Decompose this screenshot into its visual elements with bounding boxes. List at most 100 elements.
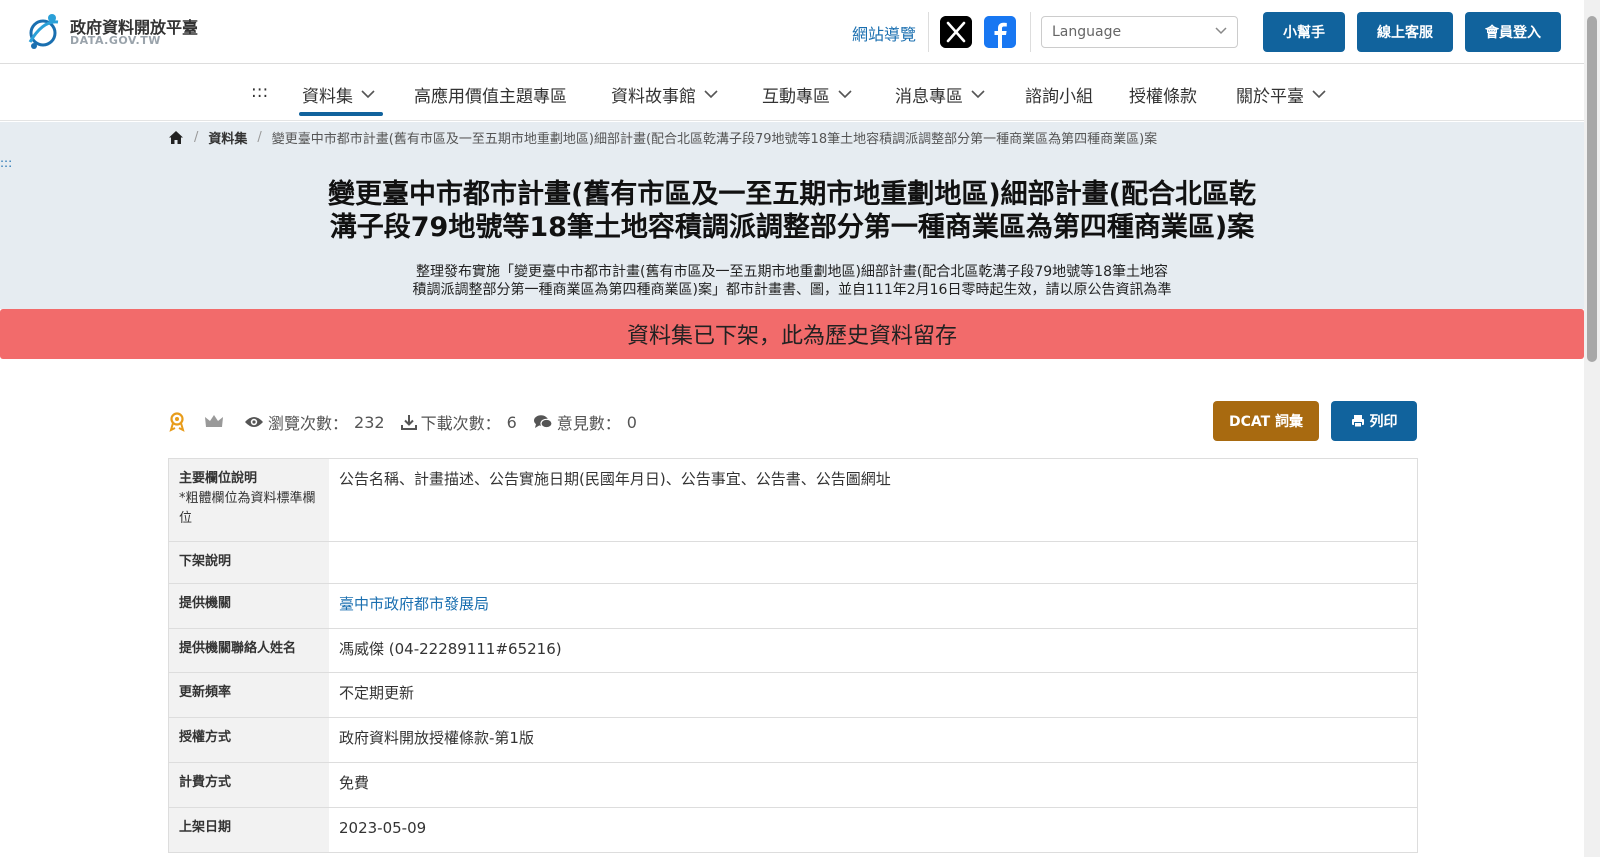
view-count-label: 瀏覽次數： xyxy=(268,414,349,433)
nav-item-label: 資料故事館 xyxy=(611,87,696,107)
print-button-label: 列印 xyxy=(1369,414,1398,430)
nav-item-news[interactable]: 消息專區 xyxy=(895,82,985,107)
row-value: 馮威傑 (04-22289111#65216) xyxy=(339,640,562,658)
content-skip-anchor[interactable]: ::: xyxy=(0,156,12,170)
download-count: 下載次數： 6 xyxy=(400,410,517,434)
download-count-value: 6 xyxy=(506,412,517,432)
language-select-value: Language xyxy=(1052,24,1122,40)
top-header: 政府資料開放平臺 DATA.GOV.TW 網站導覽 Language 小幫手 線… xyxy=(0,0,1584,64)
row-key: 主要欄位說明 *粗體欄位為資料標準欄位 xyxy=(169,459,329,541)
row-value: 免費 xyxy=(339,774,370,792)
x-twitter-icon[interactable] xyxy=(940,16,972,48)
comment-count-label: 意見數： xyxy=(556,414,621,433)
helper-button[interactable]: 小幫手 xyxy=(1263,12,1345,52)
nav-item-high-value[interactable]: 高應用價值主題專區 xyxy=(414,82,567,107)
nav-active-indicator xyxy=(299,112,383,116)
row-key: 提供機關 xyxy=(169,584,329,628)
member-login-button[interactable]: 會員登入 xyxy=(1465,12,1561,52)
nav-item-datasets[interactable]: 資料集 xyxy=(302,82,375,107)
dataset-description: 整理發布實施「變更臺中市都市計畫(舊有市區及一至五期市地重劃地區)細部計畫(配合… xyxy=(340,263,1244,299)
chevron-down-icon xyxy=(1312,90,1326,99)
nav-item-license[interactable]: 授權條款 xyxy=(1129,82,1197,107)
site-logo[interactable]: 政府資料開放平臺 DATA.GOV.TW xyxy=(24,12,214,50)
table-row: 計費方式 免費 xyxy=(169,763,1417,808)
row-key: 提供機關聯絡人姓名 xyxy=(169,629,329,672)
table-row: 下架說明 xyxy=(169,542,1417,584)
table-row: 上架日期 2023-05-09 xyxy=(169,808,1417,853)
nav-item-stories[interactable]: 資料故事館 xyxy=(611,82,718,107)
page-scrollbar[interactable] xyxy=(1584,0,1600,857)
eye-icon xyxy=(245,417,263,427)
comments-icon xyxy=(533,415,553,429)
table-row: 更新頻率 不定期更新 xyxy=(169,673,1417,718)
header-divider xyxy=(1030,12,1031,52)
home-icon[interactable] xyxy=(168,130,184,145)
breadcrumb-datasets[interactable]: 資料集 xyxy=(208,128,247,147)
nav-skip-anchor[interactable]: ::: xyxy=(251,82,268,102)
nav-item-label: 諮詢小組 xyxy=(1025,87,1093,107)
printer-icon xyxy=(1351,415,1364,428)
row-value: 2023-05-09 xyxy=(339,819,427,837)
page: 政府資料開放平臺 DATA.GOV.TW 網站導覽 Language 小幫手 線… xyxy=(0,0,1600,857)
table-row: 授權方式 政府資料開放授權條款-第1版 xyxy=(169,718,1417,763)
dcat-vocabulary-button[interactable]: DCAT 詞彙 xyxy=(1213,401,1319,441)
page-title-line: 溝子段79地號等18筆土地容積調派調整部分第一種商業區為第四種商業區)案 xyxy=(329,212,1255,243)
chevron-down-icon xyxy=(971,90,985,99)
chevron-down-icon xyxy=(361,90,375,99)
row-key-note: *粗體欄位為資料標準欄位 xyxy=(179,491,316,526)
language-select[interactable]: Language xyxy=(1041,16,1238,48)
view-count-value: 232 xyxy=(354,412,385,432)
download-icon xyxy=(400,415,417,430)
row-key: 更新頻率 xyxy=(169,673,329,717)
dataset-hero: / 資料集 / 變更臺中市都市計畫(舊有市區及一至五期市地重劃地區)細部計畫(配… xyxy=(0,122,1584,309)
page-title: 變更臺中市都市計畫(舊有市區及一至五期市地重劃地區)細部計畫(配合北區乾 溝子段… xyxy=(300,178,1284,244)
dataset-details-table: 主要欄位說明 *粗體欄位為資料標準欄位 公告名稱、計畫描述、公告實施日期(民國年… xyxy=(168,458,1418,853)
header-divider xyxy=(928,12,929,52)
crown-icon xyxy=(205,415,223,427)
print-button[interactable]: 列印 xyxy=(1331,401,1417,441)
logo-icon xyxy=(28,14,59,49)
row-key: 計費方式 xyxy=(169,763,329,807)
breadcrumb-current: 變更臺中市都市計畫(舊有市區及一至五期市地重劃地區)細部計畫(配合北區乾溝子段7… xyxy=(271,131,1158,147)
row-key: 上架日期 xyxy=(169,808,329,852)
dataset-stats: 瀏覽次數： 232 下載次數： 6 意見數： 0 xyxy=(168,411,653,433)
facebook-icon[interactable] xyxy=(984,16,1016,48)
breadcrumb: / 資料集 / 變更臺中市都市計畫(舊有市區及一至五期市地重劃地區)細部計畫(配… xyxy=(168,128,1158,147)
logo-subtitle: DATA.GOV.TW xyxy=(70,34,161,47)
comment-count-value: 0 xyxy=(626,412,637,432)
nav-item-label: 高應用價值主題專區 xyxy=(414,87,567,107)
agency-link[interactable]: 臺中市政府都市發展局 xyxy=(339,595,489,613)
download-count-label: 下載次數： xyxy=(420,414,501,433)
table-row: 提供機關聯絡人姓名 馮威傑 (04-22289111#65216) xyxy=(169,629,1417,673)
row-value: 不定期更新 xyxy=(339,684,415,702)
scrollbar-thumb[interactable] xyxy=(1587,16,1597,362)
comment-count: 意見數： 0 xyxy=(533,410,637,434)
row-value: 公告名稱、計畫描述、公告實施日期(民國年月日)、公告事宜、公告書、公告圖網址 xyxy=(339,470,891,488)
row-key: 下架說明 xyxy=(169,542,329,583)
view-count: 瀏覽次數： 232 xyxy=(244,410,385,434)
row-key: 授權方式 xyxy=(169,718,329,762)
sitemap-link[interactable]: 網站導覽 xyxy=(852,21,916,45)
nav-item-label: 消息專區 xyxy=(895,87,963,107)
nav-item-label: 關於平臺 xyxy=(1236,87,1304,107)
description-line: 整理發布實施「變更臺中市都市計畫(舊有市區及一至五期市地重劃地區)細部計畫(配合… xyxy=(415,264,1168,280)
row-value xyxy=(329,542,1417,583)
table-row: 主要欄位說明 *粗體欄位為資料標準欄位 公告名稱、計畫描述、公告實施日期(民國年… xyxy=(169,459,1417,542)
description-line: 積調派調整部分第一種商業區為第四種商業區)案」都市計畫書、圖，並自111年2月1… xyxy=(412,282,1172,298)
page-title-line: 變更臺中市都市計畫(舊有市區及一至五期市地重劃地區)細部計畫(配合北區乾 xyxy=(327,179,1257,210)
main-nav: ::: 資料集 高應用價值主題專區 資料故事館 互動專區 消息專區 諮詢小組 授… xyxy=(0,65,1584,121)
row-value: 政府資料開放授權條款-第1版 xyxy=(339,729,534,747)
online-service-button[interactable]: 線上客服 xyxy=(1357,12,1453,52)
chevron-down-icon xyxy=(838,90,852,99)
nav-item-advisory[interactable]: 諮詢小組 xyxy=(1025,82,1093,107)
nav-item-label: 資料集 xyxy=(302,87,353,107)
chevron-down-icon xyxy=(1215,27,1227,35)
nav-item-interactive[interactable]: 互動專區 xyxy=(762,82,852,107)
table-row: 提供機關 臺中市政府都市發展局 xyxy=(169,584,1417,629)
award-badge-icon xyxy=(169,412,185,432)
nav-item-label: 互動專區 xyxy=(762,87,830,107)
nav-item-about[interactable]: 關於平臺 xyxy=(1236,82,1326,107)
nav-item-label: 授權條款 xyxy=(1129,87,1197,107)
chevron-down-icon xyxy=(704,90,718,99)
offline-notice-banner: 資料集已下架，此為歷史資料留存 xyxy=(0,309,1584,359)
